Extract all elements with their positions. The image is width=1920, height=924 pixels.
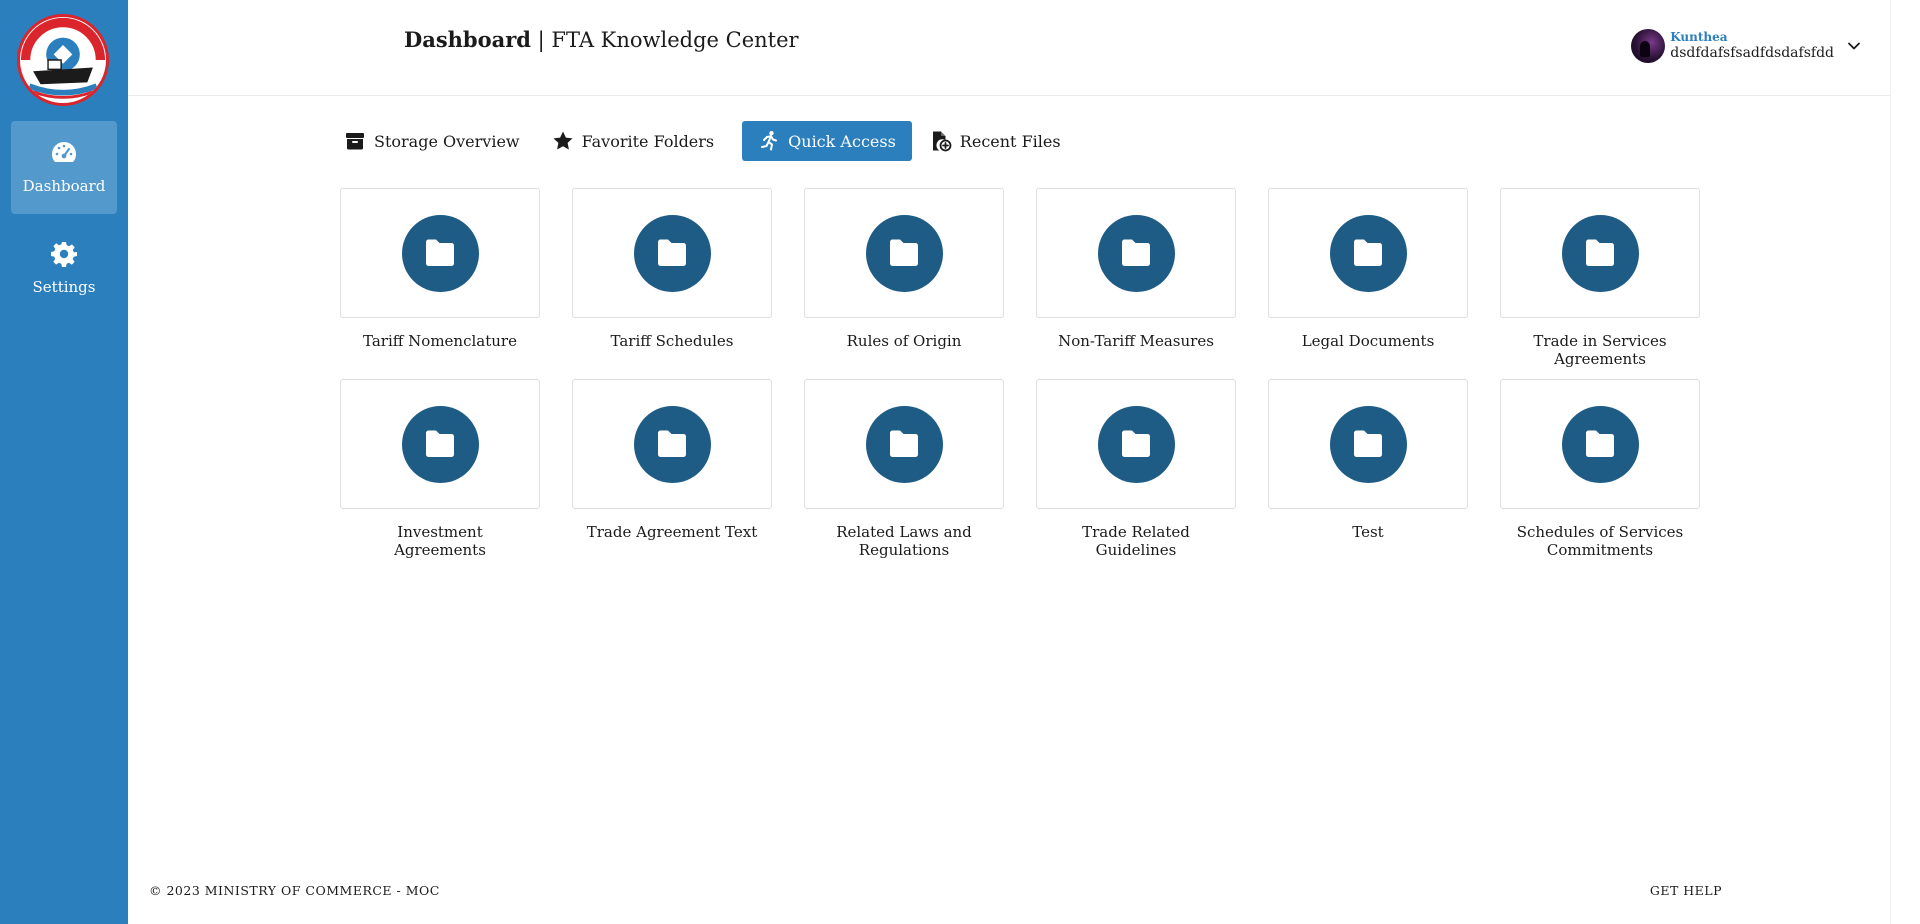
sidebar-item-label: Settings (32, 278, 96, 296)
folder-icon (1122, 239, 1150, 266)
tab-label: Recent Files (959, 131, 1061, 151)
folder-card[interactable] (1268, 379, 1468, 509)
page-title: Dashboard | FTA Knowledge Center (404, 27, 799, 52)
folder-tile[interactable]: Trade Agreement Text (572, 379, 772, 570)
dashboard-tabs: Storage Overview Favorite Folders Quick … (340, 121, 1089, 161)
folder-badge (1561, 214, 1639, 292)
folder-tile[interactable]: Investment Agreements (340, 379, 540, 570)
logo-emblem-icon (20, 17, 106, 102)
tab-recent-files[interactable]: Recent Files (926, 121, 1065, 161)
folder-tile[interactable]: Legal Documents (1268, 188, 1468, 379)
folder-icon (1122, 430, 1150, 457)
folder-tile[interactable]: Test (1268, 379, 1468, 570)
get-help-link[interactable]: GET HELP (1650, 883, 1722, 898)
sidebar-item-label: Dashboard (22, 177, 106, 195)
folder-card[interactable] (1036, 379, 1236, 509)
user-info: Kunthea dsdfdafsfsadfdsdafsfdd (1670, 30, 1834, 61)
tab-label: Quick Access (788, 131, 896, 151)
folder-tile[interactable]: Non-Tariff Measures (1036, 188, 1236, 379)
folder-tile[interactable]: Schedules of Services Commitments (1500, 379, 1700, 570)
gear-icon (51, 242, 77, 267)
archive-box-icon (346, 133, 364, 150)
sidebar: Dashboard Settings (0, 0, 128, 924)
folder-icon (426, 430, 454, 457)
folder-icon (658, 239, 686, 266)
sidebar-item-settings[interactable]: Settings (11, 222, 117, 315)
folder-badge (1561, 405, 1639, 483)
tab-favorite-folders[interactable]: Favorite Folders (548, 121, 719, 161)
folder-tile[interactable]: Related Laws and Regulations (804, 379, 1004, 570)
ministry-logo[interactable] (17, 14, 109, 106)
folder-badge (401, 405, 479, 483)
folder-card[interactable] (1268, 188, 1468, 318)
folder-label: Test (1352, 523, 1384, 541)
folder-badge (865, 214, 943, 292)
page-title-strong: Dashboard (404, 27, 531, 52)
folder-badge (401, 214, 479, 292)
folder-card[interactable] (804, 379, 1004, 509)
folder-card[interactable] (1500, 188, 1700, 318)
folder-tile[interactable]: Tariff Schedules (572, 188, 772, 379)
folder-card[interactable] (340, 188, 540, 318)
folder-badge (633, 214, 711, 292)
folder-card[interactable] (572, 379, 772, 509)
folder-icon (1354, 430, 1382, 457)
folder-label: Trade Agreement Text (586, 523, 758, 541)
folder-badge (1097, 405, 1175, 483)
page-title-rest: | FTA Knowledge Center (530, 28, 799, 52)
folder-label: Investment Agreements (394, 523, 486, 559)
top-header: Dashboard | FTA Knowledge Center Kunthea… (128, 0, 1890, 96)
user-name: Kunthea (1670, 30, 1728, 45)
avatar (1631, 29, 1666, 63)
tab-quick-access[interactable]: Quick Access (742, 121, 912, 161)
copyright-text: © 2023 MINISTRY OF COMMERCE - MOC (149, 883, 440, 898)
folder-badge (1329, 405, 1407, 483)
folder-label: Trade Related Guidelines (1082, 523, 1190, 559)
folder-tile[interactable]: Rules of Origin (804, 188, 1004, 379)
folder-label: Tariff Schedules (610, 332, 734, 350)
folder-label: Rules of Origin (846, 332, 962, 350)
folder-card[interactable] (572, 188, 772, 318)
folder-label: Tariff Nomenclature (363, 332, 517, 350)
folder-badge (1329, 214, 1407, 292)
folder-badge (1097, 214, 1175, 292)
folder-icon (1354, 239, 1382, 266)
folder-badge (633, 405, 711, 483)
folder-card[interactable] (804, 188, 1004, 318)
folder-badge (865, 405, 943, 483)
folder-label: Trade in Services Agreements (1533, 332, 1667, 368)
gauge-icon (51, 142, 77, 162)
folder-icon (890, 430, 918, 457)
folder-tile[interactable]: Trade in Services Agreements (1500, 188, 1700, 379)
sidebar-item-dashboard[interactable]: Dashboard (11, 121, 117, 214)
star-icon (553, 131, 573, 150)
folder-card[interactable] (1500, 379, 1700, 509)
tab-storage-overview[interactable]: Storage Overview (340, 121, 524, 161)
folder-icon (658, 430, 686, 457)
folder-label: Related Laws and Regulations (836, 523, 972, 559)
folder-icon (890, 239, 918, 266)
page-edge-divider (1890, 0, 1891, 924)
folder-card[interactable] (1036, 188, 1236, 318)
folder-label: Non-Tariff Measures (1058, 332, 1214, 350)
tab-label: Storage Overview (374, 131, 520, 151)
folder-tile[interactable]: Tariff Nomenclature (340, 188, 540, 379)
folder-label: Schedules of Services Commitments (1516, 523, 1684, 559)
file-add-icon (932, 131, 952, 152)
user-menu[interactable]: Kunthea dsdfdafsfsadfdsdafsfdd (1631, 26, 1862, 66)
running-person-icon (761, 131, 778, 151)
user-subtitle: dsdfdafsfsadfdsdafsfdd (1670, 44, 1834, 61)
folder-icon (1586, 430, 1614, 457)
chevron-down-icon[interactable] (1846, 38, 1862, 54)
folder-icon (1586, 239, 1614, 266)
quick-access-grid: Tariff Nomenclature Tariff Schedules Rul… (340, 188, 1700, 570)
folder-card[interactable] (340, 379, 540, 509)
folder-label: Legal Documents (1301, 332, 1435, 350)
folder-tile[interactable]: Trade Related Guidelines (1036, 379, 1236, 570)
folder-icon (426, 239, 454, 266)
tab-label: Favorite Folders (581, 131, 715, 151)
